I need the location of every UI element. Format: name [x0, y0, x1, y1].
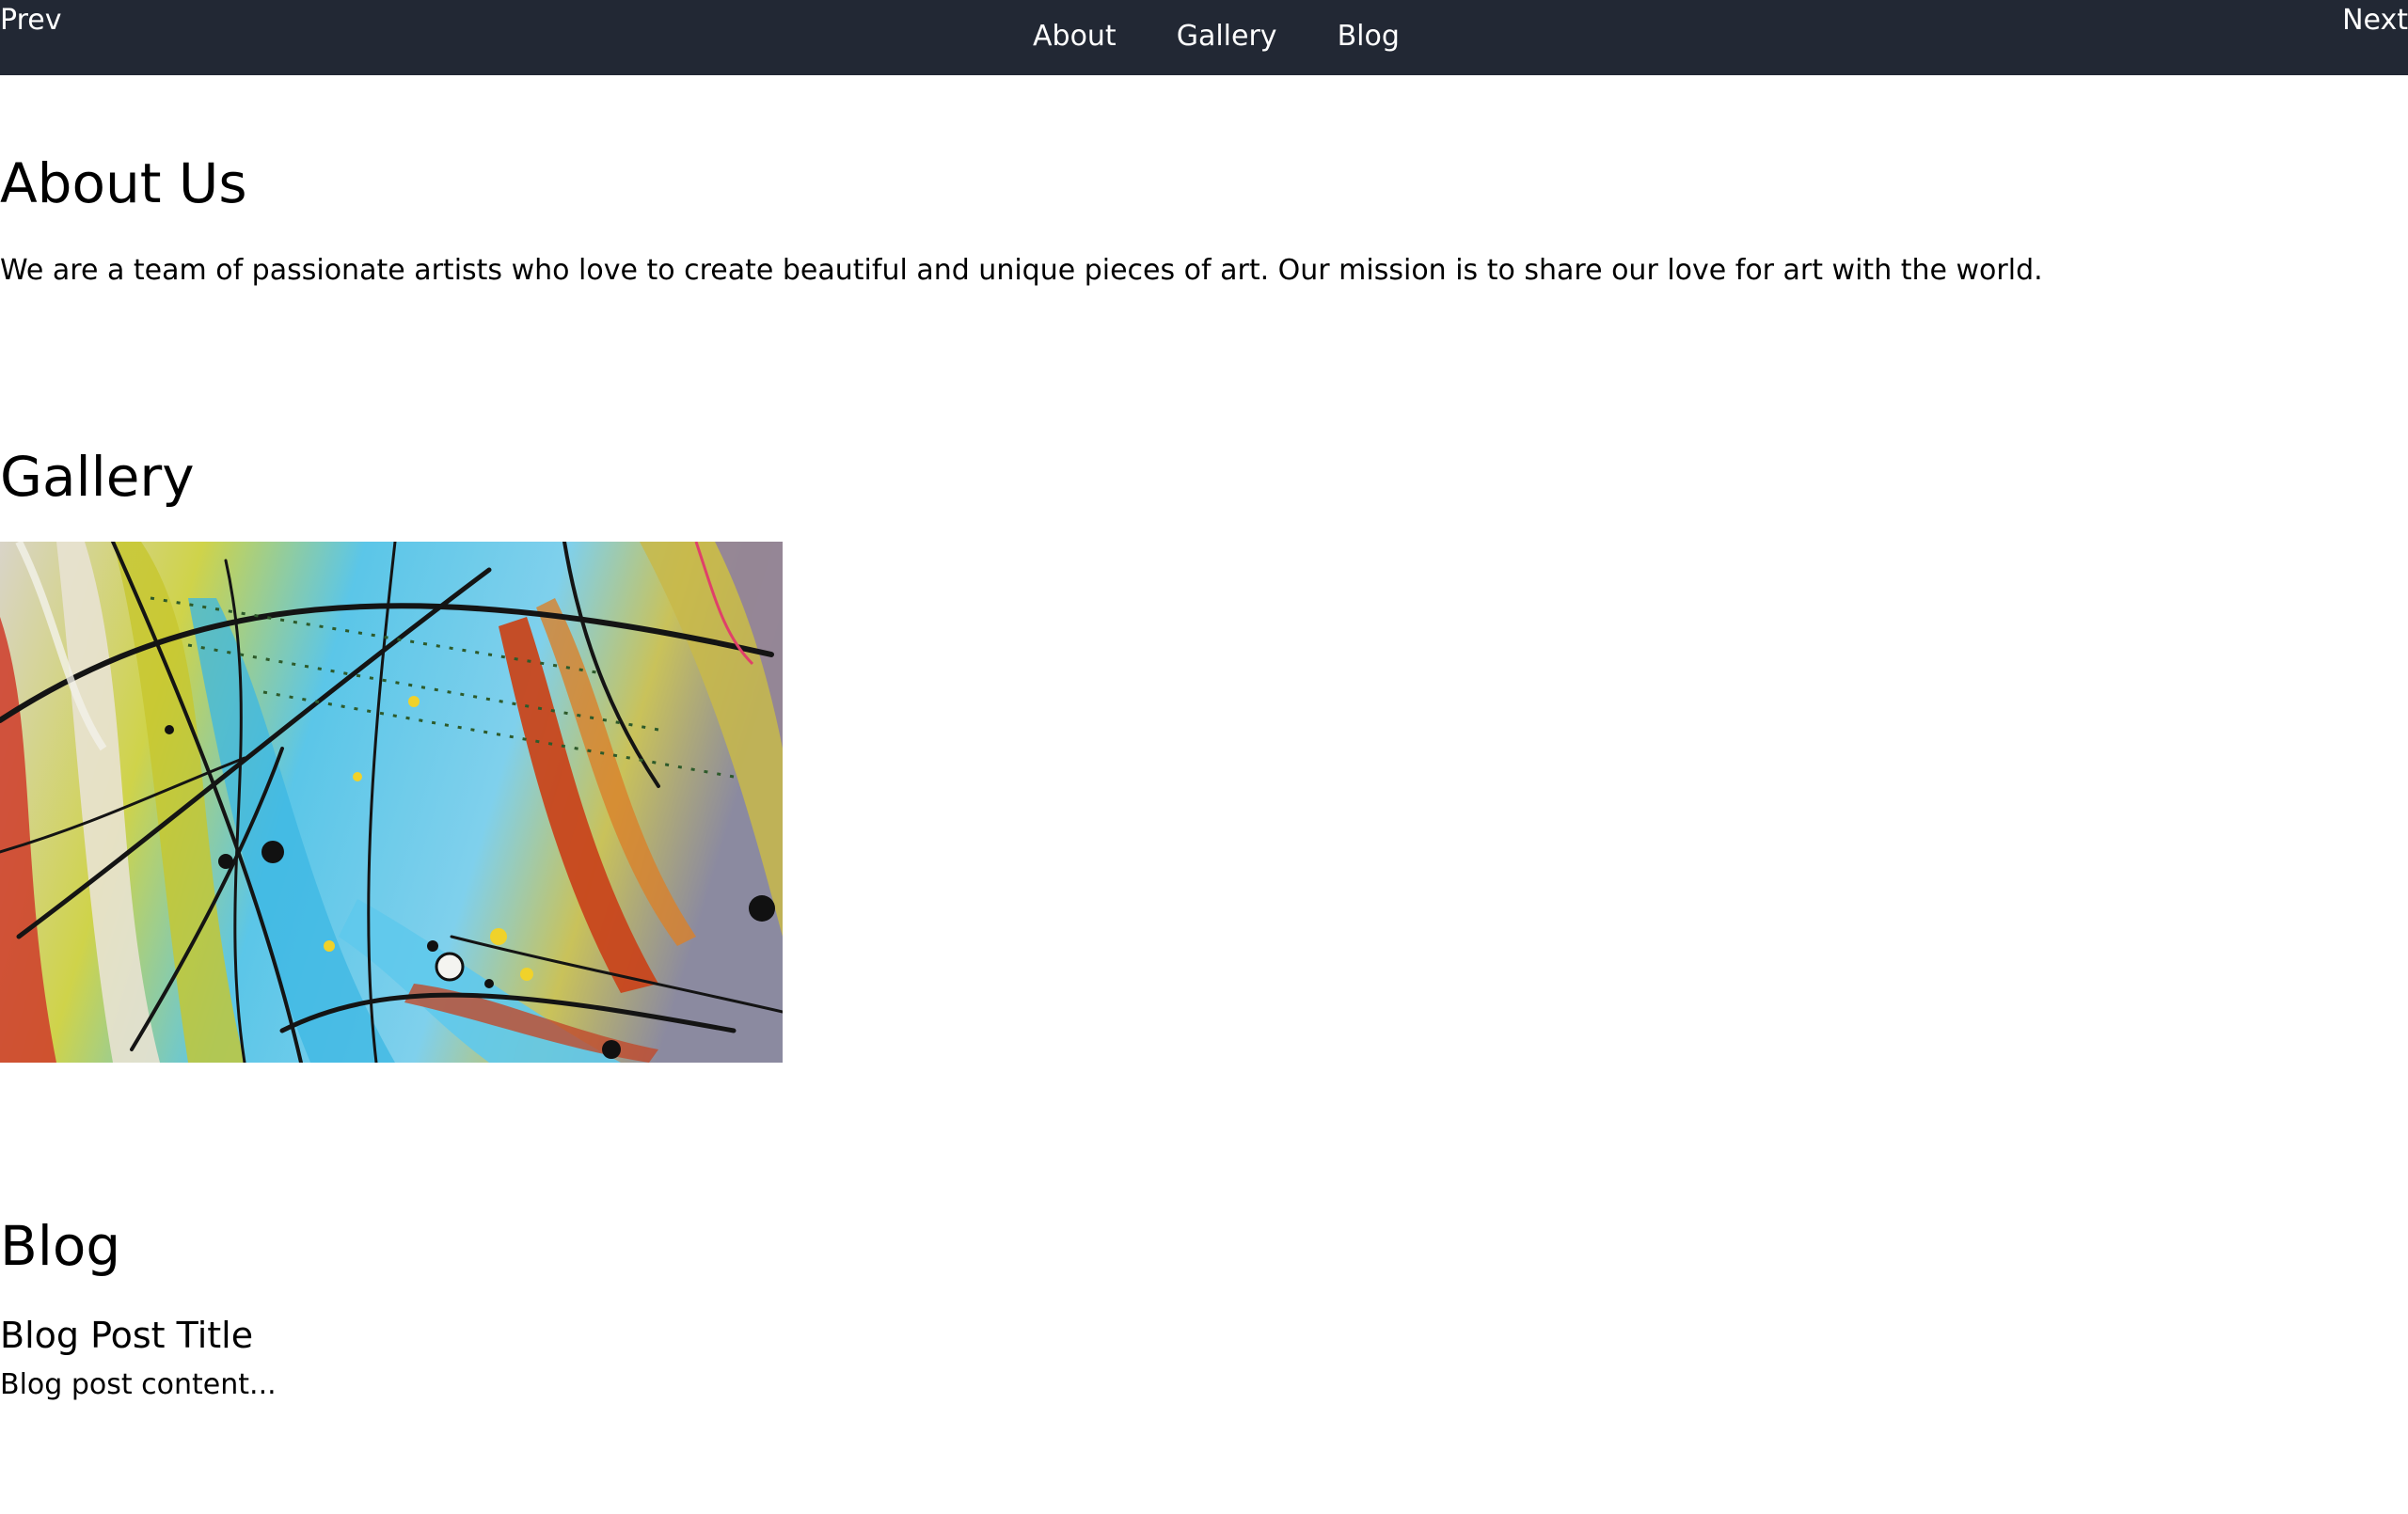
nav-link-gallery[interactable]: Gallery	[1177, 16, 1277, 57]
gallery-title: Gallery	[0, 445, 195, 509]
blog-post-title[interactable]: Blog Post Title	[0, 1313, 253, 1358]
blog-post-content: Blog post content...	[0, 1368, 277, 1401]
blog-title: Blog	[0, 1214, 121, 1278]
next-link[interactable]: Next	[2342, 0, 2408, 41]
top-nav-bar: Prev About Gallery Blog Next	[0, 0, 2408, 75]
nav-link-blog[interactable]: Blog	[1338, 16, 1400, 57]
nav-link-about[interactable]: About	[1033, 16, 1117, 57]
about-title: About Us	[0, 151, 247, 215]
main-nav: About Gallery Blog	[1033, 16, 1400, 57]
about-description: We are a team of passionate artists who …	[0, 254, 2043, 287]
gallery-artwork-image	[0, 542, 783, 1063]
prev-link[interactable]: Prev	[0, 0, 61, 41]
